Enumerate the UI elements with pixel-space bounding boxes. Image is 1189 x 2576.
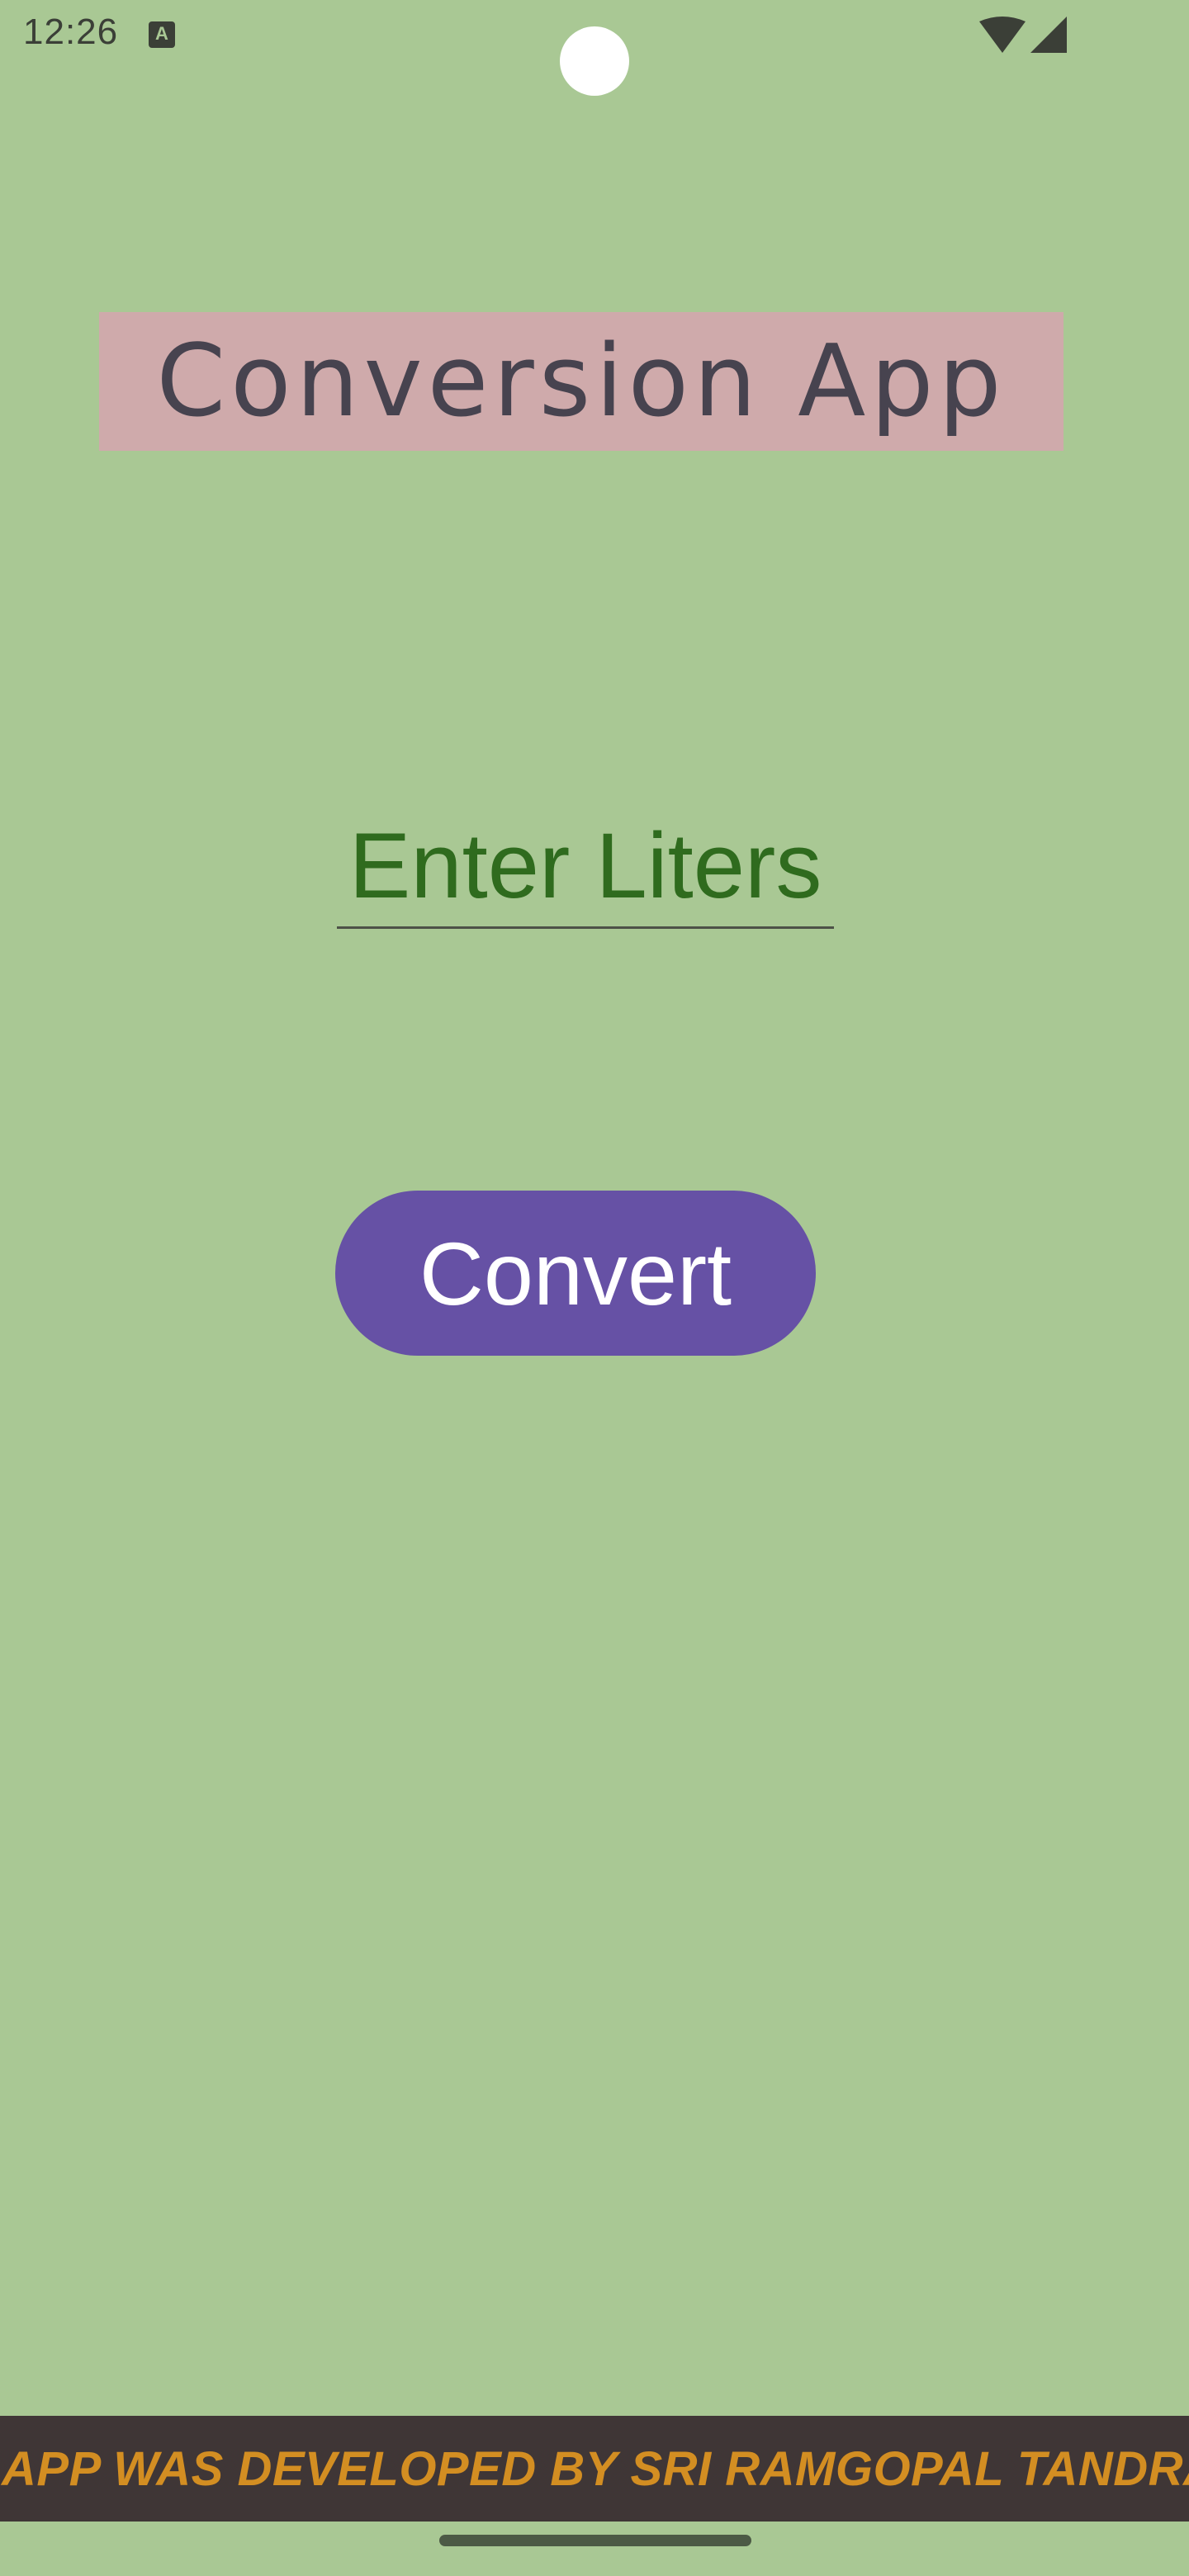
wifi-icon bbox=[979, 17, 1026, 56]
app-title-banner: Conversion App bbox=[99, 312, 1063, 451]
cell-signal-icon bbox=[1030, 17, 1067, 56]
a-keyboard-icon: A bbox=[149, 21, 175, 48]
status-time: 12:26 bbox=[23, 12, 119, 52]
convert-button[interactable]: Convert bbox=[335, 1191, 816, 1356]
app-title: Conversion App bbox=[156, 324, 1007, 439]
app-screen: 12:26 A Conversion App Convert APP WAS D… bbox=[0, 0, 1189, 2576]
developer-credit-text: APP WAS DEVELOPED BY SRI RAMGOPAL TANDRA bbox=[2, 2441, 1189, 2496]
developer-credit-banner: APP WAS DEVELOPED BY SRI RAMGOPAL TANDRA bbox=[0, 2416, 1189, 2522]
liters-input[interactable] bbox=[337, 805, 834, 929]
gesture-nav-handle[interactable] bbox=[439, 2535, 751, 2546]
camera-cutout bbox=[560, 26, 629, 96]
liters-input-container bbox=[337, 805, 834, 932]
